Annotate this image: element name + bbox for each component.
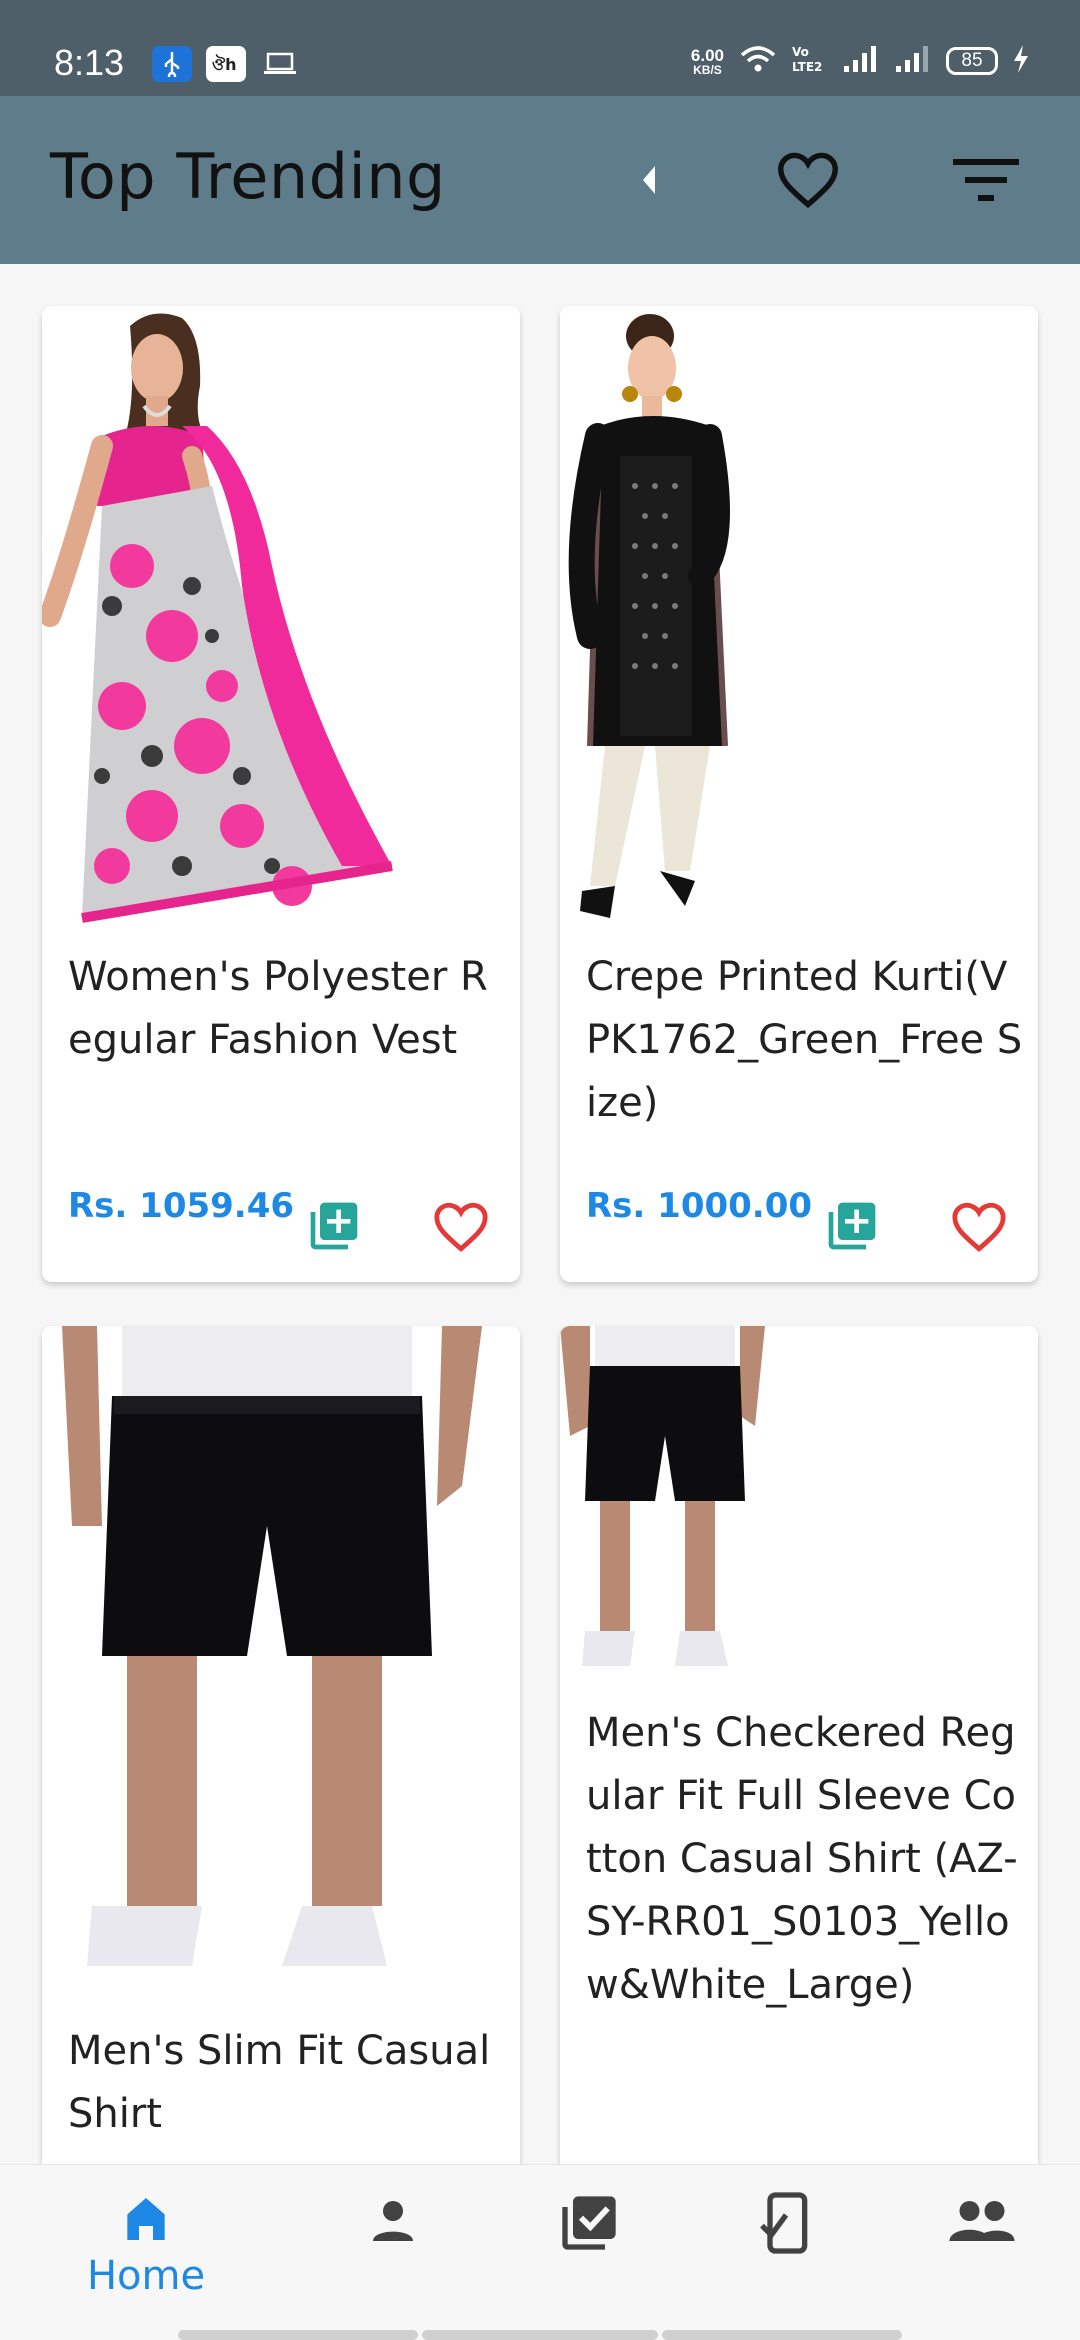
signal-icon-sim1	[842, 44, 880, 78]
nav-orders[interactable]	[509, 2191, 669, 2255]
group-icon	[949, 2201, 1015, 2241]
collapse-arrow-button[interactable]	[610, 140, 690, 220]
battery-icon: 85	[946, 47, 998, 75]
product-image[interactable]	[560, 306, 1038, 934]
product-image[interactable]	[42, 1326, 520, 2016]
nav-mobile-check[interactable]	[706, 2191, 866, 2255]
product-price: Rs. 1059.46	[68, 1186, 295, 1226]
product-title: Men's Checkered Regular Fit Full Sleeve …	[586, 1710, 1018, 2008]
checkered-shirt-model-image	[560, 1326, 1038, 1696]
charging-icon	[1012, 44, 1030, 78]
shorts-image	[42, 1326, 520, 2016]
saree-image	[42, 306, 520, 934]
library-add-icon	[828, 1202, 876, 1250]
app-notification-icon: ঔh	[206, 46, 246, 82]
product-title: Crepe Printed Kurti(VPK1762_Green_Free S…	[586, 954, 1023, 1126]
kurti-image	[560, 306, 1038, 934]
gesture-bar-center	[422, 2330, 658, 2340]
filter-icon	[953, 159, 1019, 201]
gesture-bar-left	[178, 2330, 418, 2340]
heart-outline-icon	[434, 1202, 488, 1252]
library-check-icon	[562, 2196, 616, 2250]
nav-home-label: Home	[86, 2253, 206, 2299]
svg-text:LTE2: LTE2	[792, 60, 822, 74]
add-to-cart-button[interactable]	[306, 1198, 362, 1254]
page-title: Top Trending	[50, 140, 446, 213]
nav-home[interactable]: Home	[66, 2191, 226, 2299]
nav-profile[interactable]	[313, 2191, 473, 2251]
usb-icon	[152, 46, 192, 82]
add-to-cart-button[interactable]	[824, 1198, 880, 1254]
gesture-bar-right	[662, 2330, 902, 2340]
favorites-button[interactable]	[768, 140, 848, 220]
filter-button[interactable]	[946, 140, 1026, 220]
product-title: Women's Polyester Regular Fashion Vest	[68, 954, 488, 1063]
library-add-icon	[310, 1202, 358, 1250]
status-time: 8:13	[54, 42, 125, 83]
status-bar: 8:13 ঔh 6.00 KB/S Vo LTE2 85	[0, 0, 1080, 96]
product-card[interactable]: Women's Polyester Regular Fashion Vest R…	[42, 306, 520, 1282]
svg-text:ঔh: ঔh	[212, 54, 237, 74]
laptop-icon	[260, 46, 300, 82]
nav-group[interactable]	[902, 2191, 1062, 2251]
home-icon	[127, 2198, 165, 2240]
product-title: Men's Slim Fit Casual Shirt	[68, 2028, 491, 2137]
signal-icon-sim2	[894, 44, 932, 78]
phone-check-icon	[760, 2192, 808, 2254]
volte-icon: Vo LTE2	[792, 44, 828, 78]
product-image[interactable]	[42, 306, 520, 934]
product-card[interactable]: Crepe Printed Kurti(VPK1762_Green_Free S…	[560, 306, 1038, 1282]
heart-outline-icon	[952, 1202, 1006, 1252]
heart-outline-icon	[777, 152, 839, 209]
system-status-icons: 6.00 KB/S Vo LTE2 85	[691, 44, 1030, 78]
app-bar: Top Trending	[0, 96, 1080, 264]
add-to-favorites-button[interactable]	[432, 1198, 490, 1256]
product-price: Rs. 1000.00	[586, 1186, 813, 1226]
bottom-navigation: Home	[0, 2164, 1080, 2340]
product-image[interactable]	[560, 1326, 1038, 1696]
product-card[interactable]: Men's Checkered Regular Fit Full Sleeve …	[560, 1326, 1038, 2164]
wifi-icon	[738, 44, 778, 78]
notification-icons: ঔh	[152, 46, 300, 82]
svg-text:Vo: Vo	[792, 45, 809, 59]
network-speed: 6.00 KB/S	[690, 45, 724, 77]
product-grid: Women's Polyester Regular Fashion Vest R…	[0, 264, 1080, 2164]
person-icon	[373, 2201, 413, 2241]
add-to-favorites-button[interactable]	[950, 1198, 1008, 1256]
caret-left-icon	[643, 166, 655, 194]
product-card[interactable]: Men's Slim Fit Casual Shirt	[42, 1326, 520, 2164]
